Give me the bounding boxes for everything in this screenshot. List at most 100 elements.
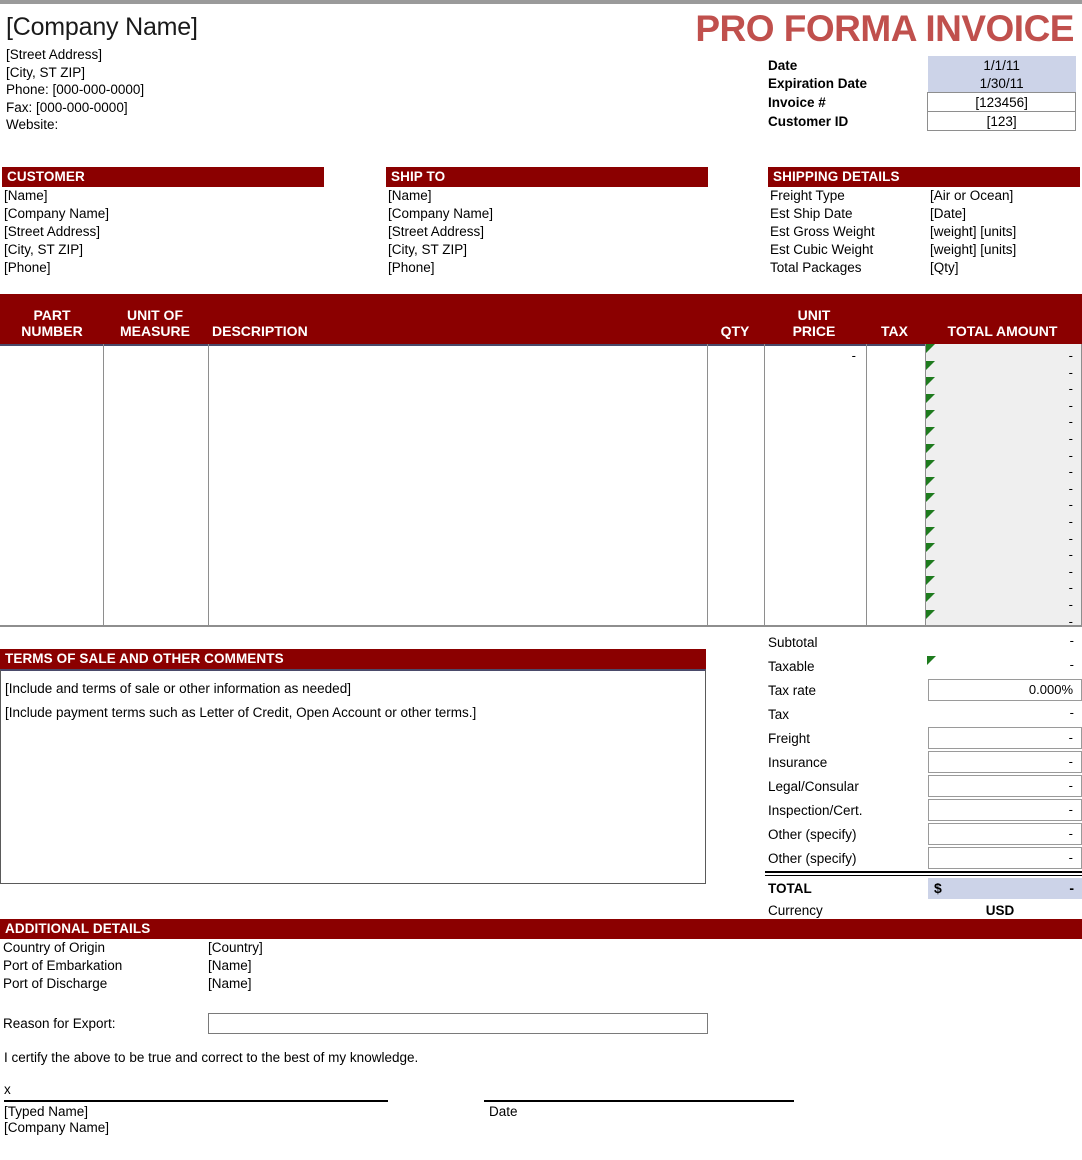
error-flag-icon (926, 410, 935, 420)
error-flag-icon (926, 576, 935, 586)
column-header-description: DESCRIPTION (212, 323, 308, 339)
totals-value[interactable]: - (928, 823, 1082, 845)
signature-line[interactable] (4, 1100, 388, 1102)
reason-for-export-input[interactable] (208, 1013, 708, 1034)
total-amount-cell[interactable]: - (925, 497, 1073, 514)
signature-x-mark: x (4, 1082, 11, 1097)
additional-detail-value[interactable]: [Name] (208, 975, 252, 993)
additional-details-block: ADDITIONAL DETAILS Country of Origin [Cou… (0, 919, 1082, 1034)
shipping-detail-value[interactable]: [weight] [units] (930, 223, 1080, 241)
totals-label: Other (specify) (768, 850, 857, 866)
total-amount-cell[interactable]: - (925, 547, 1073, 564)
signature-date-label: Date (489, 1104, 518, 1119)
total-amount-cell[interactable]: - (925, 564, 1073, 581)
meta-value[interactable]: [123456] (927, 92, 1076, 112)
total-amount-cell[interactable]: - (925, 514, 1073, 531)
totals-value[interactable]: - (928, 703, 1082, 725)
total-value-cell[interactable]: $ - (928, 877, 1082, 899)
totals-label: Other (specify) (768, 826, 857, 842)
shipping-detail-row: Est Cubic Weight [weight] [units] (768, 241, 1080, 259)
signature-name-block: [Typed Name] [Company Name] (4, 1104, 109, 1136)
currency-value[interactable]: USD (928, 903, 1082, 918)
totals-row: Other (specify) - (765, 846, 1082, 870)
column-header-total-amount: TOTAL AMOUNT (947, 323, 1058, 339)
total-amount-cell[interactable]: - (925, 381, 1073, 398)
page-title: PRO FORMA INVOICE (695, 8, 1074, 49)
shipping-detail-value[interactable]: [Qty] (930, 259, 1080, 277)
total-amount-cell[interactable]: - (925, 398, 1073, 415)
total-amount-cell[interactable]: - (925, 580, 1073, 597)
column-header-part-number: PART NUMBER (21, 307, 83, 339)
shipping-detail-label: Freight Type (770, 188, 845, 203)
customer-block: CUSTOMER [Name] [Company Name] [Street Add… (2, 167, 324, 277)
column-divider-1 (103, 344, 104, 626)
shipping-detail-row: Total Packages [Qty] (768, 259, 1080, 277)
unit-price-cell[interactable]: - (764, 348, 856, 365)
total-row: TOTAL $ - (765, 877, 1082, 899)
ship-to-line: [Phone] (388, 260, 435, 275)
total-divider (765, 871, 1082, 876)
shipping-detail-value[interactable]: [weight] [units] (930, 241, 1080, 259)
date-line[interactable] (484, 1100, 794, 1102)
line-items-body[interactable]: - ----------------- (0, 344, 1082, 629)
meta-row: Expiration Date 1/30/11 (768, 74, 1076, 93)
error-flag-icon (926, 493, 935, 503)
additional-detail-value[interactable]: [Country] (208, 939, 263, 957)
total-amount-cell[interactable]: - (925, 365, 1073, 382)
total-amount-cell[interactable]: - (925, 597, 1073, 614)
additional-detail-row: Port of Discharge [Name] (0, 975, 1082, 993)
meta-row: Date 1/1/11 (768, 56, 1076, 74)
total-amount-cell[interactable]: - (925, 448, 1073, 465)
total-amount-cell[interactable]: - (925, 531, 1073, 548)
ship-to-line: [City, ST ZIP] (388, 242, 468, 257)
total-amount-cell[interactable]: - (925, 348, 1073, 365)
ship-to-block: SHIP TO [Name] [Company Name] [Street Addr… (386, 167, 708, 277)
meta-value[interactable]: [123] (927, 111, 1076, 131)
error-flag-icon (926, 476, 935, 486)
reason-for-export-row: Reason for Export: (0, 1013, 1082, 1034)
additional-detail-label: Port of Embarkation (3, 958, 123, 973)
totals-value[interactable]: - (928, 631, 1082, 653)
total-amount-cell[interactable]: - (925, 431, 1073, 448)
totals-label: Tax (768, 706, 790, 722)
meta-value[interactable]: 1/1/11 (927, 56, 1076, 74)
meta-value[interactable]: 1/30/11 (927, 74, 1076, 93)
shipping-detail-label: Total Packages (770, 260, 862, 275)
meta-label: Customer ID (768, 113, 849, 129)
shipping-detail-row: Freight Type [Air or Ocean] (768, 187, 1080, 205)
additional-detail-label: Port of Discharge (3, 976, 108, 991)
totals-value[interactable]: - (928, 751, 1082, 773)
column-divider-4 (764, 344, 765, 626)
total-amount-cell[interactable]: - (925, 414, 1073, 431)
additional-detail-row: Port of Embarkation [Name] (0, 957, 1082, 975)
meta-label: Date (768, 57, 798, 73)
additional-detail-value[interactable]: [Name] (208, 957, 252, 975)
column-header-unit-of-measure: UNIT OF MEASURE (119, 307, 190, 339)
shipping-detail-label: Est Gross Weight (770, 224, 875, 239)
error-flag-icon (926, 593, 935, 602)
totals-label: Subtotal (768, 634, 818, 650)
company-fax: Fax: [000-000-0000] (6, 99, 128, 115)
totals-value[interactable]: - (928, 799, 1082, 821)
totals-row: Freight - (765, 726, 1082, 750)
shipping-detail-row: Est Gross Weight [weight] [units] (768, 223, 1080, 241)
total-amount-cell[interactable]: - (925, 614, 1073, 631)
column-header-unit-price: UNIT PRICE (792, 307, 836, 339)
invoice-meta-table: Date 1/1/11 Expiration Date 1/30/11 Invoice … (768, 56, 1076, 131)
totals-value[interactable]: - (928, 775, 1082, 797)
totals-value[interactable]: - (928, 847, 1082, 869)
totals-value[interactable]: - (927, 655, 1082, 677)
error-flag-icon (926, 443, 935, 453)
total-amount-cell[interactable]: - (925, 464, 1073, 481)
totals-value[interactable]: 0.000% (928, 679, 1082, 701)
error-flag-icon (926, 460, 935, 470)
shipping-detail-value[interactable]: [Date] (930, 205, 1080, 223)
totals-value[interactable]: - (928, 727, 1082, 749)
total-amount-cell[interactable]: - (925, 481, 1073, 498)
terms-textarea[interactable]: [Include and terms of sale or other info… (0, 669, 706, 884)
invoice-page: [Company Name] [Street Address] [City, S… (0, 0, 1082, 1160)
error-flag-icon (926, 559, 935, 569)
signature-company-name: [Company Name] (4, 1120, 110, 1135)
shipping-detail-value[interactable]: [Air or Ocean] (930, 187, 1080, 205)
column-header-tax: TAX (881, 323, 908, 339)
